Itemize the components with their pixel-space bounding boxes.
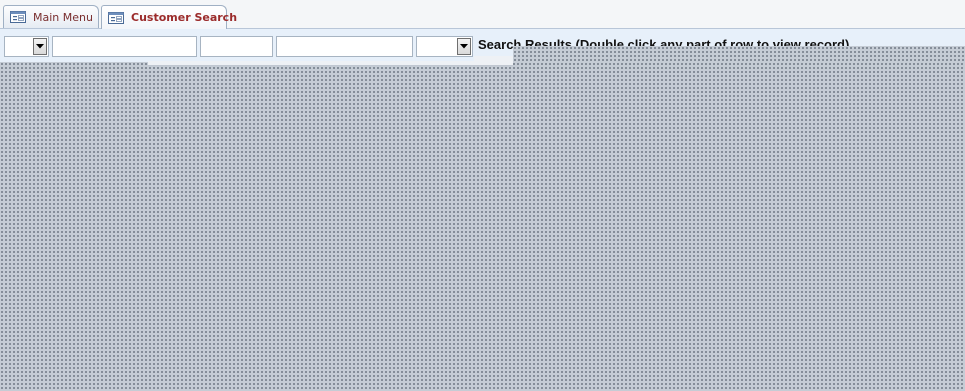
document-tab-strip: Main Menu Customer Search (0, 0, 965, 29)
section-divider-notch (474, 56, 513, 65)
section-divider (148, 61, 513, 66)
search-field-4-input[interactable] (276, 36, 413, 57)
tab-main-menu-label: Main Menu (33, 10, 93, 24)
form-icon (108, 11, 124, 24)
access-form-window: Main Menu Customer Search Search Results… (0, 0, 965, 391)
search-field-5-combo[interactable] (416, 36, 473, 57)
search-field-1-combo[interactable] (4, 36, 49, 57)
form-design-grid (0, 62, 965, 391)
tab-customer-search-label: Customer Search (131, 11, 238, 24)
search-field-2-input[interactable] (52, 36, 197, 57)
chevron-down-icon (460, 44, 468, 49)
tab-main-menu[interactable]: Main Menu (3, 5, 99, 28)
search-field-3-input[interactable] (200, 36, 273, 57)
form-design-grid-overlap (513, 46, 965, 62)
tab-customer-search[interactable]: Customer Search (101, 5, 237, 29)
chevron-down-icon (36, 44, 44, 49)
dropdown-button[interactable] (33, 38, 47, 55)
form-icon (10, 11, 26, 23)
dropdown-button[interactable] (457, 38, 471, 55)
